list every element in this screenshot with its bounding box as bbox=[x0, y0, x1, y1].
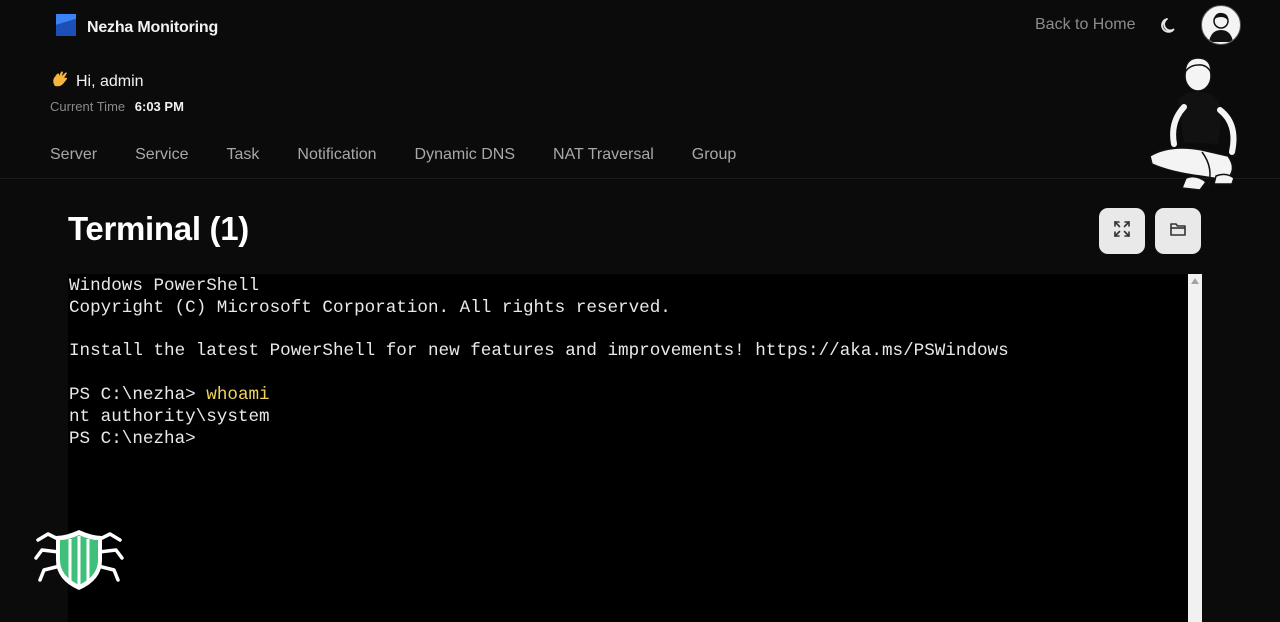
terminal-line: nt authority\system bbox=[69, 406, 270, 427]
terminal-scrollbar[interactable] bbox=[1188, 274, 1202, 622]
greeting-panel: Hi, admin Current Time 6:03 PM bbox=[50, 70, 184, 114]
terminal-active-prompt[interactable]: PS C:\nezha> bbox=[69, 429, 1009, 451]
nav-divider bbox=[0, 178, 1280, 179]
folder-icon bbox=[1169, 220, 1187, 243]
theme-toggle-moon-icon[interactable] bbox=[1158, 15, 1180, 37]
page-title: Terminal (1) bbox=[68, 210, 249, 247]
current-time-label: Current Time bbox=[50, 99, 126, 114]
terminal-line: ​ bbox=[69, 363, 1009, 385]
nav-item-nat-traversal[interactable]: NAT Traversal bbox=[553, 146, 654, 164]
terminal-line: ​ bbox=[69, 320, 1009, 342]
terminal-output: Windows PowerShell Copyright (C) Microsof… bbox=[69, 276, 1009, 450]
nav-item-server[interactable]: Server bbox=[50, 146, 97, 164]
nezha-logo-icon bbox=[54, 12, 78, 43]
greeting-text: Hi, admin bbox=[76, 72, 144, 90]
shield-bug-watermark-logo bbox=[34, 526, 124, 592]
file-manager-button[interactable] bbox=[1155, 208, 1201, 254]
top-header: Nezha Monitoring Back to Home bbox=[0, 0, 1280, 60]
nav-item-task[interactable]: Task bbox=[226, 146, 259, 164]
terminal-line: Copyright (C) Microsoft Corporation. All… bbox=[69, 297, 671, 318]
back-to-home-link[interactable]: Back to Home bbox=[1035, 16, 1135, 34]
nav-item-service[interactable]: Service bbox=[135, 146, 188, 164]
current-time-value: 6:03 PM bbox=[134, 99, 184, 114]
terminal-line: Windows PowerShell bbox=[69, 276, 260, 296]
nav-item-notification[interactable]: Notification bbox=[297, 146, 376, 164]
app-name: Nezha Monitoring bbox=[87, 18, 219, 36]
scroll-up-arrow-icon[interactable] bbox=[1191, 278, 1199, 284]
user-avatar[interactable] bbox=[1201, 5, 1241, 45]
main-nav: Server Service Task Notification Dynamic… bbox=[50, 146, 774, 164]
waving-hand-icon bbox=[50, 70, 70, 93]
terminal-prompt: PS C:\nezha> bbox=[69, 384, 207, 405]
nav-item-group[interactable]: Group bbox=[692, 146, 736, 164]
fullscreen-button[interactable] bbox=[1099, 208, 1145, 254]
terminal-window[interactable]: Windows PowerShell Copyright (C) Microsof… bbox=[68, 274, 1202, 622]
terminal-command: whoami bbox=[206, 384, 270, 405]
terminal-prompt-line: PS C:\nezha> whoami bbox=[69, 385, 1009, 407]
nav-item-dynamic-dns[interactable]: Dynamic DNS bbox=[415, 146, 515, 164]
brand[interactable]: Nezha Monitoring bbox=[54, 12, 218, 43]
terminal-line: Install the latest PowerShell for new fe… bbox=[69, 341, 1009, 362]
sitting-person-illustration bbox=[1140, 52, 1245, 194]
fullscreen-icon bbox=[1113, 220, 1131, 243]
